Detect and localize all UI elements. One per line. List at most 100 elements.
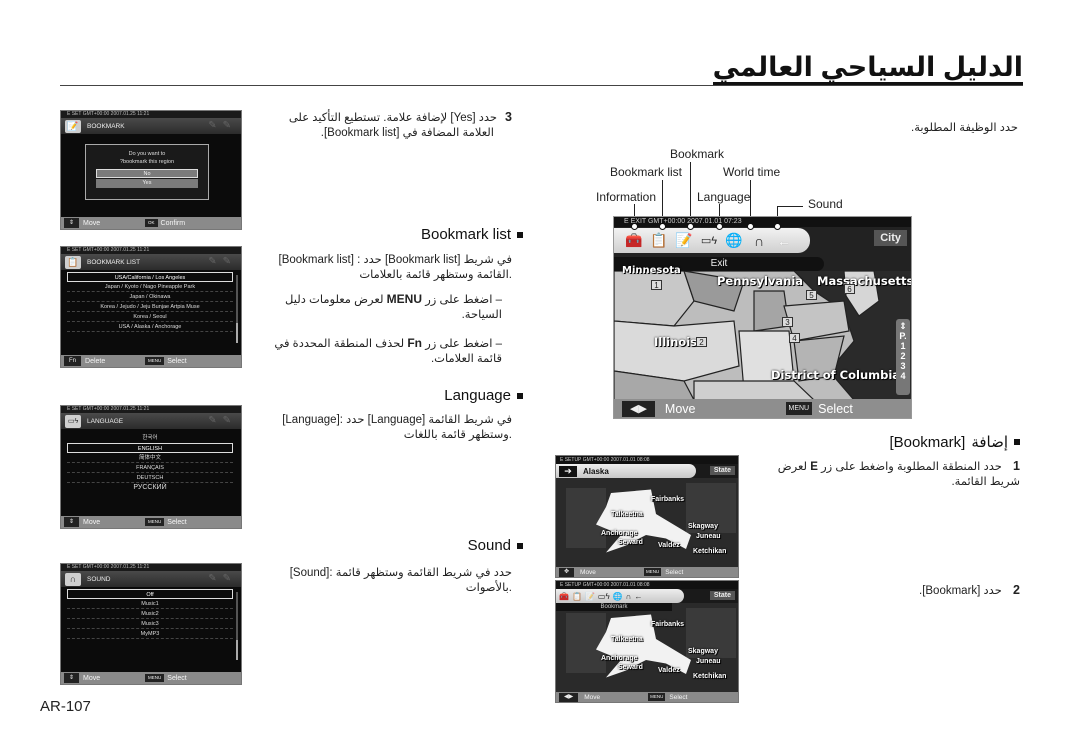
back-arrow-icon[interactable]: ← [634, 592, 642, 601]
info-icon[interactable]: 🧰 [559, 592, 569, 601]
page-3[interactable]: 3 [896, 361, 910, 371]
list-item[interactable]: DEUTSCH [67, 473, 233, 483]
page-2[interactable]: 2 [896, 351, 910, 361]
sound-icon[interactable]: ∩ [749, 232, 769, 250]
arrow-right-icon[interactable]: ➔ [559, 465, 577, 477]
list-item[interactable]: USA / Alaska / Anchorage [67, 322, 233, 332]
bookmark-add-icon[interactable]: 📝 [585, 592, 595, 601]
status-bar: E SETUP GMT+00:00 2007.01.01 08:08 [556, 456, 738, 464]
screen-footer: ⇕ Move OK Confirm [61, 217, 241, 229]
list-item[interactable]: Off [67, 589, 233, 599]
list-item[interactable]: Japan / Okinawa [67, 292, 233, 302]
info-icon[interactable]: 🧰 [624, 232, 644, 250]
place-label[interactable]: Skagway [688, 648, 718, 655]
place-label[interactable]: Valdez [658, 667, 680, 674]
bookmark-list-icon[interactable]: 📋 [649, 232, 669, 250]
place-label[interactable]: Ketchikan [693, 548, 726, 555]
place-label[interactable]: Skagway [688, 523, 718, 530]
move-label: Move [83, 518, 101, 526]
move-label: Move [584, 693, 601, 701]
scrollbar[interactable] [236, 592, 238, 660]
world-time-icon[interactable]: 🌐 [724, 232, 744, 250]
list-item[interactable]: Korea / Seoul [67, 312, 233, 322]
place-label[interactable]: Seward [618, 664, 643, 671]
region-district-of-columbia[interactable]: District of Columbia [771, 368, 900, 382]
region-minnesota[interactable]: Minnesota [622, 265, 681, 276]
list-item[interactable]: РУССКИЙ [67, 483, 233, 493]
world-time-icon[interactable]: 🌐 [613, 592, 623, 601]
left-right-key-icon: ◀▶ [559, 692, 579, 702]
step-number: 1 [1013, 459, 1020, 473]
marker-6[interactable]: 6 [844, 284, 855, 294]
list-item[interactable]: Japan / Kyoto / Nago Pineapple Park [67, 282, 233, 292]
back-arrow-icon[interactable]: ← [774, 232, 794, 250]
page-1[interactable]: 1 [896, 341, 910, 351]
place-label[interactable]: Valdez [658, 542, 680, 549]
place-label[interactable]: Talkeetna [611, 511, 643, 518]
list-item[interactable]: Music3 [67, 619, 233, 629]
bookmark-list-icon: 📋 [65, 255, 81, 269]
list-item[interactable]: Korea / Jejudo / Jeju Bunjae Artpia Muse [67, 302, 233, 312]
region-pennsylvania[interactable]: Pennsylvania [717, 274, 803, 288]
place-label[interactable]: Seward [618, 539, 643, 546]
callout-line [777, 206, 803, 207]
map-area[interactable]: Minnesota 1 Pennsylvania Massachusetts 5… [614, 265, 911, 400]
list-item[interactable]: Music1 [67, 599, 233, 609]
step-text: حدد [Bookmark]. [919, 585, 1002, 597]
place-label[interactable]: Anchorage [601, 655, 638, 662]
marker-4[interactable]: 4 [789, 333, 800, 343]
question-line: ?bookmark this region [119, 159, 175, 165]
city-label[interactable]: City [874, 230, 907, 246]
page-selector[interactable]: ⇕ P. 1 2 3 4 [896, 319, 910, 395]
region-illinois[interactable]: Illinois [654, 335, 697, 349]
list-item[interactable]: MyMP3 [67, 629, 233, 639]
place-label[interactable]: Juneau [696, 533, 721, 540]
status-bar: E SET GMT+00:00 2007.01.25 11:21 [61, 247, 241, 254]
place-label[interactable]: Juneau [696, 658, 721, 665]
no-option[interactable]: No [96, 169, 198, 178]
heading-text: Language [444, 387, 511, 404]
marker-5[interactable]: 5 [806, 290, 817, 300]
marker-1[interactable]: 1 [651, 280, 662, 290]
callout-dot [716, 223, 723, 230]
marker-2[interactable]: 2 [696, 337, 707, 347]
page-4[interactable]: 4 [896, 371, 910, 381]
list-item[interactable]: 한국어 [67, 433, 233, 443]
bullet-text: اضغط على زر [425, 294, 493, 306]
place-label[interactable]: Fairbanks [651, 621, 684, 628]
place-label[interactable]: Ketchikan [693, 673, 726, 680]
place-label[interactable]: Talkeetna [611, 636, 643, 643]
list-item[interactable]: Music2 [67, 609, 233, 619]
place-label[interactable]: Anchorage [601, 530, 638, 537]
yes-option[interactable]: Yes [96, 179, 198, 188]
language-icon[interactable]: ▭ϟ [699, 232, 719, 250]
key-label: Fn [407, 336, 423, 350]
screen-header: ∩ SOUND ✎✎ [61, 571, 241, 587]
screen-header: 📋 BOOKMARK LIST ✎✎ [61, 254, 241, 270]
list-item[interactable]: USA/California / Los Angeles [67, 272, 233, 282]
select-label: Select [818, 401, 853, 416]
bookmark-list-icon[interactable]: 📋 [572, 592, 582, 601]
marker-3[interactable]: 3 [782, 317, 793, 327]
region-massachusetts[interactable]: Massachusetts [817, 274, 911, 288]
sound-icon[interactable]: ∩ [626, 592, 632, 601]
status-bar: E SET GMT+00:00 2007.01.25 11:21 [61, 564, 241, 571]
callout-dot [659, 223, 666, 230]
move-label: Move [83, 674, 101, 682]
region-header[interactable]: ➔ Alaska [556, 464, 696, 478]
state-label[interactable]: State [709, 591, 735, 600]
language-heading: Language [444, 387, 523, 404]
bookmark-add-icon[interactable]: 📝 [674, 232, 694, 250]
language-screen: E SET GMT+00:00 2007.01.25 11:21 ▭ϟ LANG… [60, 405, 242, 529]
callout-bookmark: Bookmark [670, 147, 725, 161]
list-item[interactable]: ENGLISH [67, 443, 233, 453]
place-label[interactable]: Fairbanks [651, 496, 684, 503]
list-item[interactable]: FRANÇAIS [67, 463, 233, 473]
screen-header: ▭ϟ LANGUAGE ✎✎ [61, 413, 241, 429]
state-label[interactable]: State [709, 466, 735, 475]
updown-icon[interactable]: ⇕ [896, 321, 910, 331]
list-item[interactable]: 简体中文 [67, 453, 233, 463]
language-icon[interactable]: ▭ϟ [598, 592, 610, 601]
step-text: حدد [Yes] لإضافة علامة. تستطيع التأكيد ع… [288, 112, 498, 124]
scrollbar[interactable] [236, 275, 238, 343]
